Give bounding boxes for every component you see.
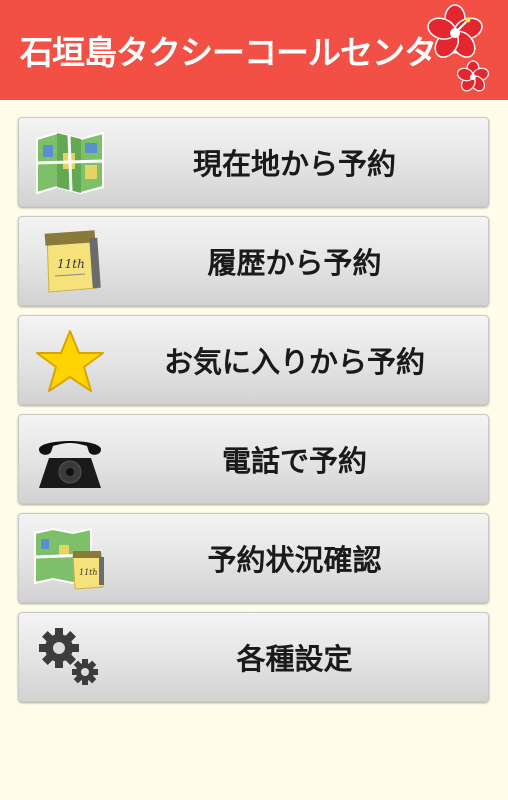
app-header: 石垣島タクシーコールセンター: [0, 0, 508, 100]
reserve-by-phone-button[interactable]: 電話で予約: [18, 414, 489, 504]
menu-label: 履歴から予約: [207, 246, 382, 280]
reserve-from-favorites-button[interactable]: お気に入りから予約: [18, 315, 489, 405]
hibiscus-small-icon: [456, 60, 490, 92]
app-title: 石垣島タクシーコールセンター: [20, 33, 469, 72]
reserve-from-current-location-button[interactable]: 現在地から予約: [18, 117, 489, 207]
gears-icon: [39, 628, 98, 685]
menu-label: 予約状況確認: [207, 543, 382, 577]
telephone-icon: [38, 441, 102, 488]
reserve-from-history-button[interactable]: 11th 履歴から予約: [18, 216, 489, 306]
menu-label: 電話で予約: [221, 444, 367, 478]
menu-label: 各種設定: [236, 642, 353, 676]
settings-button[interactable]: 各種設定: [18, 612, 489, 702]
menu-label: 現在地から予約: [192, 147, 396, 181]
calendar-day-text: 11th: [79, 568, 98, 577]
hibiscus-icon: [427, 4, 483, 58]
calendar-icon: 11th: [44, 230, 101, 293]
calendar-day-text: 11th: [57, 257, 85, 271]
menu-label: お気に入りから予約: [163, 345, 425, 379]
map-icon: [36, 131, 104, 195]
map-calendar-icon: 11th: [34, 527, 104, 590]
star-icon: [36, 330, 104, 392]
reservation-status-button[interactable]: 11th 予約状況確認: [18, 513, 489, 603]
